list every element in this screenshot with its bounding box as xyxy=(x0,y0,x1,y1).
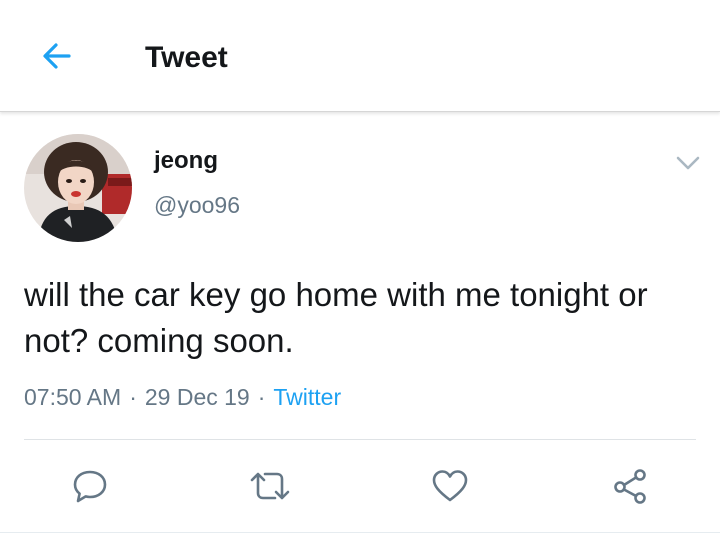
bottom-divider xyxy=(0,532,720,533)
tweet-meta: 07:50 AM · 29 Dec 19 · Twitter xyxy=(24,381,341,413)
retweet-icon xyxy=(250,472,290,500)
tweet-time: 07:50 AM xyxy=(24,384,122,410)
like-button[interactable] xyxy=(426,464,474,508)
tweet-text: will the car key go home with me tonight… xyxy=(24,276,648,359)
reply-button[interactable] xyxy=(66,464,114,508)
heart-icon xyxy=(432,470,468,502)
tweet-menu-button[interactable] xyxy=(670,148,706,178)
share-icon xyxy=(614,469,646,504)
share-button[interactable] xyxy=(606,464,654,508)
meta-separator: · xyxy=(257,384,266,410)
chevron-down-icon xyxy=(676,156,700,170)
profile-photo-icon xyxy=(24,134,132,242)
page-title: Tweet xyxy=(145,41,228,74)
app-header: Tweet xyxy=(0,0,720,112)
meta-separator: · xyxy=(129,384,137,410)
reply-icon xyxy=(73,470,107,503)
divider xyxy=(24,439,696,440)
retweet-button[interactable] xyxy=(246,464,294,508)
author-display-name[interactable]: jeong xyxy=(154,146,218,176)
tweet-source-link[interactable]: Twitter xyxy=(273,384,341,410)
arrow-left-icon xyxy=(43,43,71,69)
back-button[interactable] xyxy=(30,38,84,74)
author-handle[interactable]: @yoo96 xyxy=(154,190,240,220)
tweet-date: 29 Dec 19 xyxy=(144,384,250,410)
avatar[interactable] xyxy=(24,134,132,242)
